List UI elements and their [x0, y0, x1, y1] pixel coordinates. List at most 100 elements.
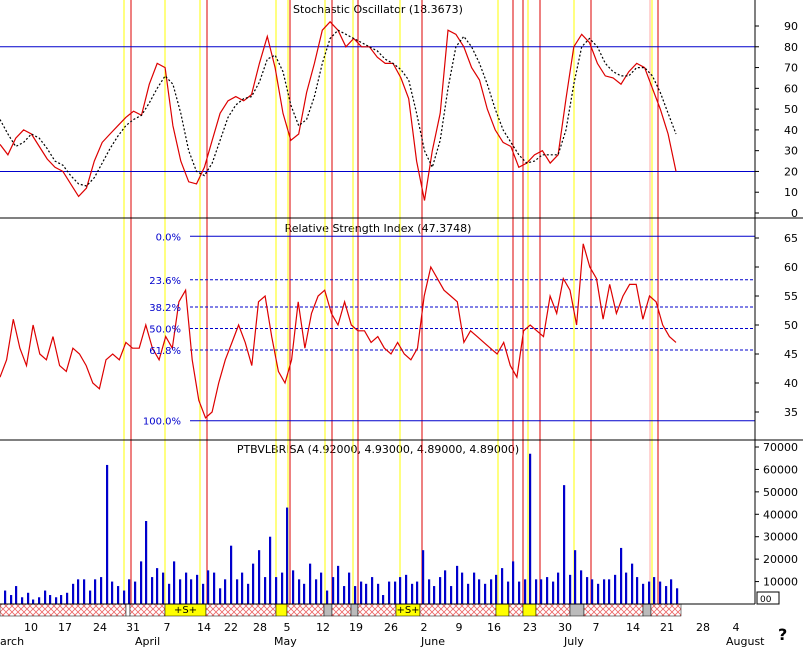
volume-bar: [298, 579, 301, 604]
signal-band-cross: [0, 603, 127, 617]
volume-bar: [332, 577, 335, 604]
volume-bar: [586, 577, 589, 604]
y-tick-label: 35: [784, 406, 798, 419]
volume-bar: [569, 574, 572, 604]
day-label: 2: [421, 621, 428, 634]
volume-bar: [264, 577, 267, 604]
volume-bar: [32, 599, 35, 604]
volume-bar: [360, 581, 363, 604]
volume-bar: [467, 583, 470, 604]
chart-window: Stochastic Oscillator (18.3673) Relative…: [0, 0, 803, 648]
day-label: 17: [58, 621, 72, 634]
month-label: July: [563, 635, 584, 647]
volume-bar: [123, 590, 126, 604]
volume-bar: [518, 581, 521, 604]
day-label: 9: [456, 621, 463, 634]
signal-band-yellow: [522, 603, 537, 617]
volume-bar: [213, 572, 216, 604]
volume-bar: [512, 561, 515, 604]
day-label: 14: [197, 621, 211, 634]
volume-bar: [269, 536, 272, 604]
fib-level-label: 0.0%: [156, 232, 181, 243]
signal-band-cross: [650, 603, 682, 617]
day-label: 26: [384, 621, 398, 634]
signal-band-label: +S+: [396, 605, 419, 616]
volume-bar: [60, 595, 63, 604]
day-label: 12: [316, 621, 330, 634]
volume-bar: [411, 583, 414, 604]
volume-bar: [365, 583, 368, 604]
volume-bar: [44, 590, 47, 604]
help-icon[interactable]: ?: [778, 625, 787, 644]
volume-bar: [580, 570, 583, 604]
volume-bar: [456, 565, 459, 604]
y-tick-label: 80: [784, 41, 798, 54]
volume-bar: [117, 586, 120, 604]
fib-level-label: 50.0%: [149, 324, 181, 335]
scroll-marker-label: 00: [760, 595, 772, 605]
signal-band-cross: [205, 603, 277, 617]
volume-bar: [315, 579, 318, 604]
volume-bar: [620, 547, 623, 604]
day-label: 22: [224, 621, 238, 634]
signal-band-gray: [350, 603, 359, 617]
volume-bar: [4, 590, 7, 604]
volume-bar: [636, 577, 639, 604]
month-label: May: [274, 635, 297, 647]
volume-bar: [416, 581, 419, 604]
volume-bar: [348, 572, 351, 604]
rsi-title: Relative Strength Index (47.3748): [285, 222, 472, 235]
volume-bar: [450, 586, 453, 604]
day-label: 23: [523, 621, 537, 634]
y-tick-label: 30000: [763, 531, 798, 544]
volume-bar: [252, 563, 255, 604]
volume-bar: [659, 581, 662, 604]
signal-band-gray: [569, 603, 585, 617]
y-tick-label: 45: [784, 348, 798, 361]
day-label: 7: [164, 621, 171, 634]
volume-bar: [597, 583, 600, 604]
volume-bar: [38, 597, 41, 604]
volume-bar: [224, 579, 227, 604]
volume-bar: [473, 572, 476, 604]
y-tick-label: 40000: [763, 508, 798, 521]
y-tick-label: 55: [784, 290, 798, 303]
chart-background: [0, 0, 803, 647]
fib-level-label: 100.0%: [143, 417, 181, 428]
volume-bar: [665, 586, 668, 604]
volume-bar: [377, 583, 380, 604]
volume-bar: [354, 586, 357, 604]
volume-bar: [179, 579, 182, 604]
y-tick-label: 0: [791, 207, 798, 220]
volume-bar: [343, 586, 346, 604]
volume-bar: [540, 579, 543, 604]
volume-bar: [162, 572, 165, 604]
day-label: 31: [126, 621, 140, 634]
volume-bar: [236, 579, 239, 604]
signal-band-cross: [583, 603, 644, 617]
y-tick-label: 65: [784, 232, 798, 245]
stochastic-title: Stochastic Oscillator (18.3673): [293, 3, 463, 16]
volume-bar: [100, 577, 103, 604]
day-label: 24: [93, 621, 107, 634]
volume-bar: [614, 574, 617, 604]
day-label: 7: [593, 621, 600, 634]
volume-bar: [66, 592, 69, 604]
y-tick-label: 50000: [763, 486, 798, 499]
volume-bar: [168, 583, 171, 604]
volume-bar: [546, 577, 549, 604]
volume-bar: [337, 565, 340, 604]
volume-bar: [89, 590, 92, 604]
signal-band-cross: [419, 603, 497, 617]
month-label: June: [420, 635, 445, 647]
volume-bar: [394, 581, 397, 604]
volume-bar: [111, 581, 114, 604]
volume-bar: [501, 568, 504, 604]
volume-bar: [128, 579, 131, 604]
y-tick-label: 20: [784, 165, 798, 178]
y-tick-label: 40: [784, 377, 798, 390]
volume-bar: [529, 453, 532, 604]
day-label: 16: [487, 621, 501, 634]
volume-bar: [535, 579, 538, 604]
volume-bar: [49, 595, 52, 604]
